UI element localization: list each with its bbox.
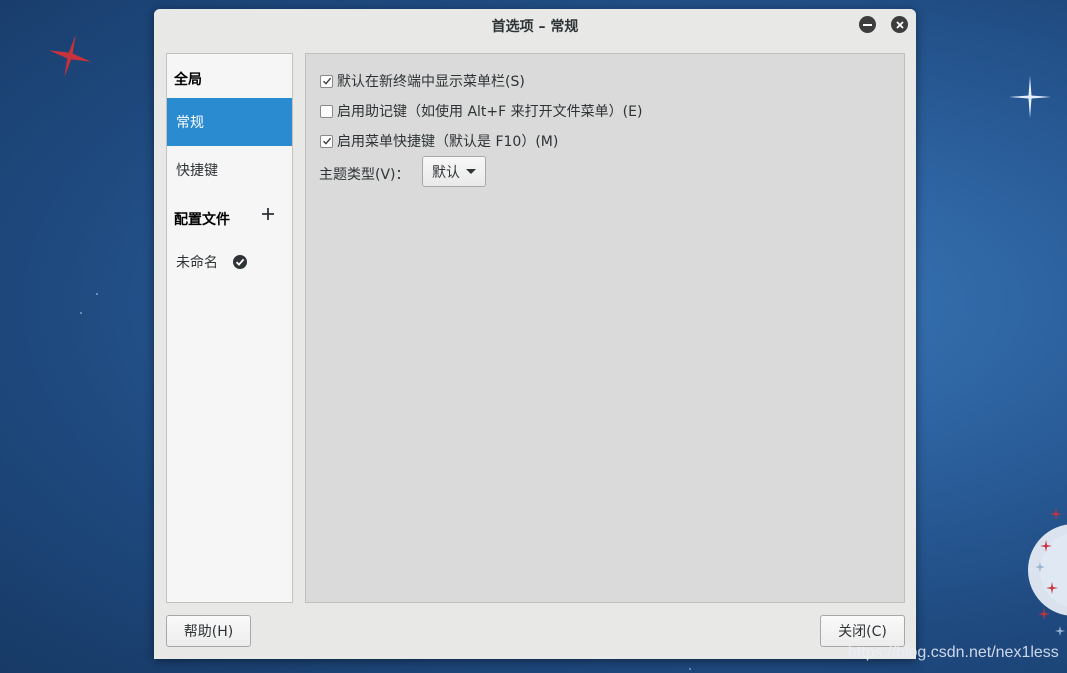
close-button[interactable]: 关闭(C) bbox=[820, 615, 905, 647]
theme-variant-dropdown[interactable]: 默认 bbox=[422, 156, 486, 187]
title-bar[interactable]: 首选项 – 常规 bbox=[154, 9, 916, 41]
checkbox-show-menubar[interactable] bbox=[320, 74, 333, 88]
preferences-window: 首选项 – 常规 全局 常规 快捷键 配置文件 未命名 默认在新终端中显示菜单栏… bbox=[154, 9, 916, 659]
general-settings-panel: 默认在新终端中显示菜单栏(S) 启用助记键（如使用 Alt+F 来打开文件菜单）… bbox=[305, 53, 905, 603]
option-label: 默认在新终端中显示菜单栏(S) bbox=[337, 74, 525, 90]
checkmark-icon bbox=[322, 137, 331, 145]
add-profile-icon[interactable] bbox=[262, 206, 274, 224]
watermark-text: https://blog.csdn.net/nex1less bbox=[848, 644, 1059, 661]
close-icon[interactable] bbox=[891, 16, 908, 33]
sidebar-item-label: 快捷键 bbox=[176, 163, 218, 179]
window-title: 首选项 – 常规 bbox=[491, 19, 579, 35]
minimize-icon[interactable] bbox=[859, 16, 876, 33]
default-profile-check-icon bbox=[233, 255, 247, 269]
theme-variant-label: 主题类型(V)： bbox=[319, 167, 410, 183]
white-star-decoration bbox=[1009, 76, 1051, 118]
dropdown-value: 默认 bbox=[432, 164, 460, 181]
option-label: 启用菜单快捷键（默认是 F10）(M) bbox=[337, 134, 559, 150]
profiles-heading: 配置文件 bbox=[174, 212, 230, 228]
option-show-menubar[interactable]: 默认在新终端中显示菜单栏(S) bbox=[320, 71, 525, 91]
sidebar-item-label: 未命名 bbox=[176, 255, 218, 271]
sidebar: 全局 常规 快捷键 配置文件 未命名 bbox=[166, 53, 293, 603]
option-enable-mnemonics[interactable]: 启用助记键（如使用 Alt+F 来打开文件菜单）(E) bbox=[320, 101, 642, 121]
checkbox-enable-menu-shortcut[interactable] bbox=[320, 134, 333, 148]
option-label: 启用助记键（如使用 Alt+F 来打开文件菜单）(E) bbox=[337, 104, 643, 120]
checkbox-enable-mnemonics[interactable] bbox=[320, 104, 333, 118]
sparkle-decoration bbox=[1028, 508, 1067, 636]
help-button[interactable]: 帮助(H) bbox=[166, 615, 251, 647]
red-star-decoration bbox=[48, 34, 92, 78]
star-dot bbox=[689, 668, 691, 670]
sidebar-item-shortcuts[interactable]: 快捷键 bbox=[167, 146, 292, 194]
global-heading: 全局 bbox=[174, 72, 202, 88]
chevron-down-icon bbox=[466, 169, 476, 174]
sidebar-item-label: 常规 bbox=[176, 115, 204, 131]
sidebar-item-general[interactable]: 常规 bbox=[167, 98, 292, 146]
star-dot bbox=[80, 312, 82, 314]
sidebar-item-profile-unnamed[interactable]: 未命名 bbox=[167, 238, 292, 286]
checkmark-icon bbox=[322, 77, 331, 85]
star-dot bbox=[96, 293, 98, 295]
option-enable-menu-shortcut[interactable]: 启用菜单快捷键（默认是 F10）(M) bbox=[320, 131, 558, 151]
